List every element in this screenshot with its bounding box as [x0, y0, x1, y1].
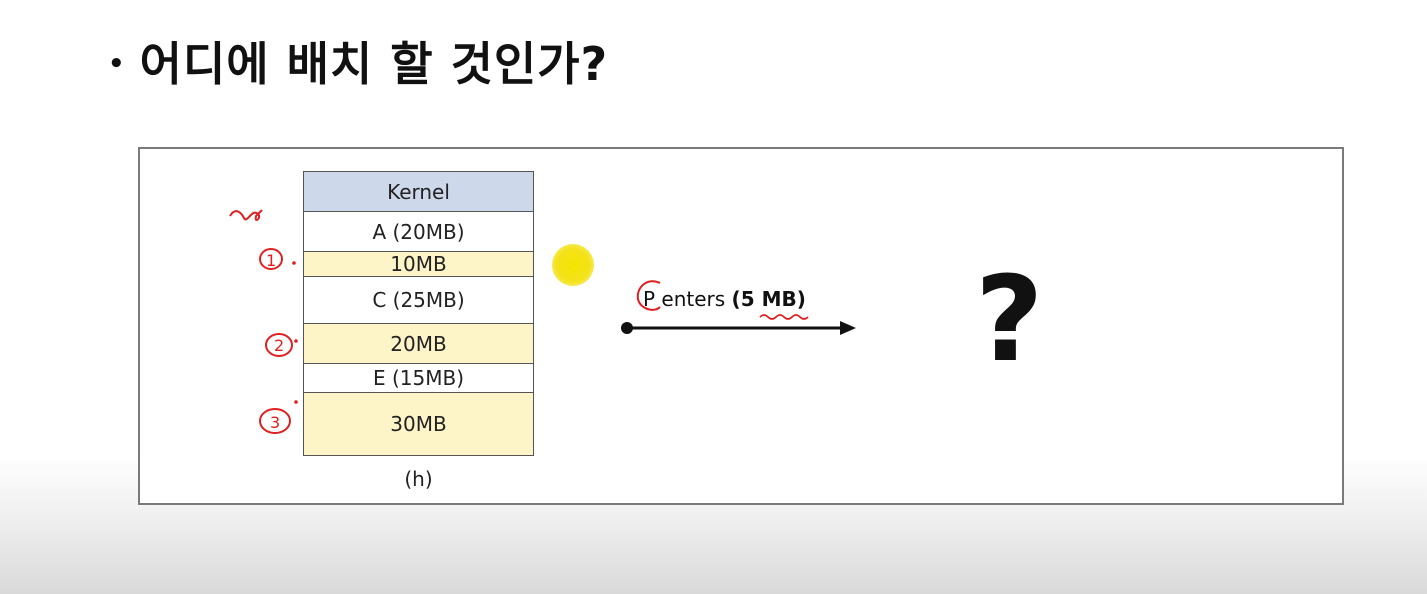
process-arrow [621, 321, 856, 335]
p-circle-mark [636, 280, 661, 311]
circled-number-1: 1 [259, 248, 296, 270]
annotation-overlay: 1 2 3 [229, 209, 856, 434]
laser-pointer [552, 244, 594, 286]
annotation-number-3: 3 [270, 413, 280, 432]
circled-number-2: 2 [265, 333, 298, 357]
squiggle-mark [229, 209, 263, 221]
annotation-number-1: 1 [266, 251, 276, 270]
circled-number-3: 3 [259, 400, 298, 434]
annotation-number-2: 2 [274, 336, 284, 355]
squiggle-underline [759, 314, 809, 320]
